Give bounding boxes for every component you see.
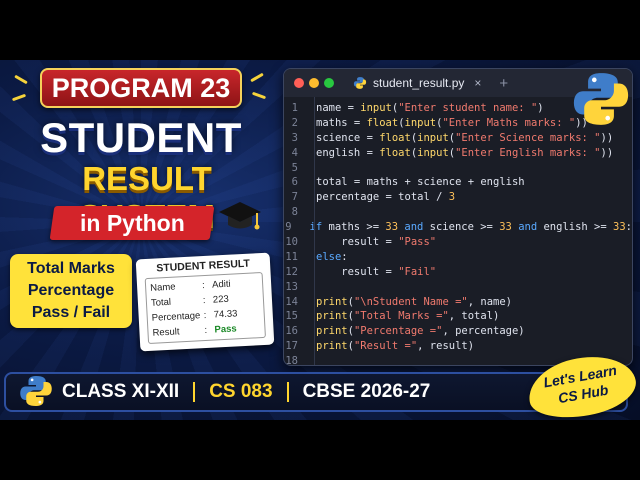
line-number: 3 [291,131,298,144]
code-line: maths = float(input("Enter Maths marks: … [316,116,588,129]
code-line: print("Result =", result) [316,340,475,353]
python-banner-label: in Python [79,210,185,236]
code-line: result = "Pass" [316,236,437,249]
line-number: 12 [285,265,298,278]
result-key: Result [152,326,180,339]
new-tab-icon[interactable]: + [499,75,508,92]
code-line: print("Percentage =", percentage) [316,325,525,338]
python-file-icon [353,77,367,89]
python-logo-icon [573,73,629,125]
line-number: 15 [285,310,298,323]
line-number: 8 [291,206,298,219]
close-window-button[interactable] [294,78,304,88]
line-number: 4 [291,146,298,159]
board-label: CBSE 2026-27 [302,381,431,402]
feature-total-marks: Total Marks [27,260,115,277]
program-badge: PROGRAM 23 [40,68,242,108]
line-number: 11 [285,250,298,263]
line-number: 10 [285,236,298,249]
code-line: print("\nStudent Name =", name) [316,295,512,308]
code-line: science = float(input("Enter Science mar… [316,131,614,144]
code-line: result = "Fail" [316,265,437,278]
features-box: Total Marks Percentage Pass / Fail [10,254,132,328]
line-number: 17 [285,340,298,353]
tab-label: student_result.py [373,76,465,90]
result-value: 74.33 [213,308,238,321]
line-number: 9 [285,221,292,234]
result-value: Aditi [211,278,231,291]
line-number: 14 [285,295,298,308]
line-number: 13 [285,280,298,293]
graduation-cap-icon [219,202,261,230]
feature-percentage: Percentage [27,282,115,299]
divider [286,382,289,402]
line-number: 7 [291,191,298,204]
class-label: CLASS XI-XII [62,381,180,402]
line-number: 5 [291,161,298,174]
python-logo-small-icon [20,376,52,406]
title-line-1: STUDENT [40,114,242,161]
python-banner: in Python [49,206,215,240]
line-number: 1 [291,102,298,114]
code-line: percentage = total / 3 [316,191,456,204]
thumbnail-frame: PROGRAM 23 STUDENT RESULT SYSTEM in Pyth… [0,60,640,420]
result-card-table: Name: Aditi Total:223 Percentage:74.33 Re… [144,271,266,345]
code-area[interactable]: 1 name = input("Enter student name: ") 2 m… [284,97,632,366]
code-line: english = float(input("Enter English mar… [316,146,614,159]
minimize-window-button[interactable] [309,78,319,88]
line-number: 18 [285,355,298,366]
maximize-window-button[interactable] [324,78,334,88]
editor-gutter [314,97,315,365]
divider [193,382,196,402]
code-line: total = maths + science + english [316,176,525,189]
code-line: if maths >= 33 and science >= 33 and eng… [309,221,632,234]
code-line: print("Total Marks =", total) [316,310,500,323]
code-line: name = input("Enter student name: ") [316,102,544,114]
subject-code: CS 083 [209,381,273,402]
line-number: 16 [285,325,298,338]
tab-student-result[interactable]: student_result.py × [353,76,481,90]
feature-pass-fail: Pass / Fail [31,304,111,321]
line-number: 2 [291,116,298,129]
tab-close-icon[interactable]: × [474,76,481,90]
student-result-card: STUDENT RESULT Name: Aditi Total:223 Perc… [135,252,275,352]
line-number: 6 [291,176,298,189]
result-value: 223 [212,293,230,306]
result-value-pass: Pass [214,323,237,336]
